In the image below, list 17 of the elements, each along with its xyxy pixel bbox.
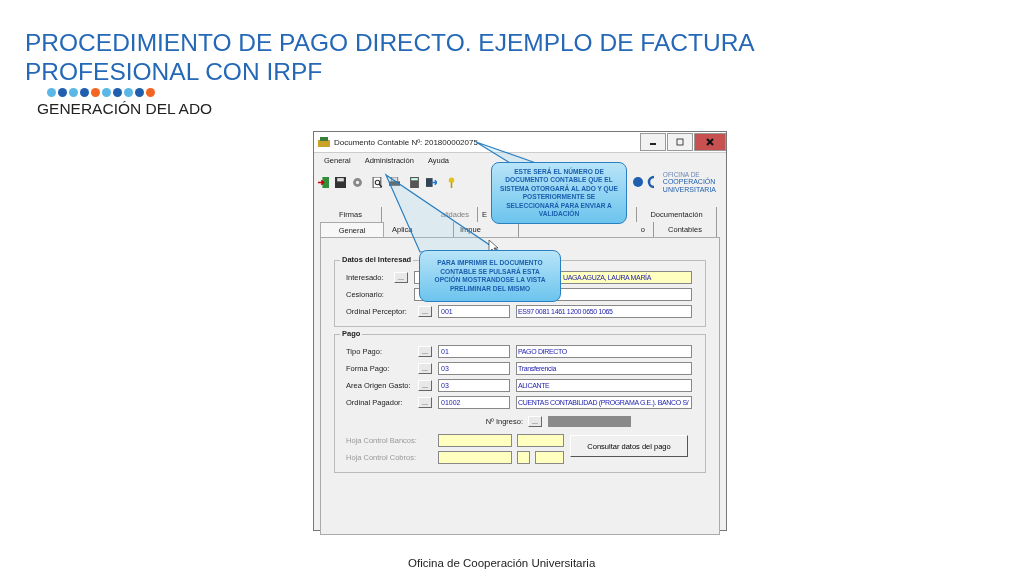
transfer-icon[interactable] <box>426 176 437 188</box>
maximize-icon <box>676 138 684 146</box>
slide-title: PROCEDIMIENTO DE PAGO DIRECTO. EJEMPLO DE FACTURA PROFESIONAL CON IRPF <box>25 28 755 86</box>
close-button[interactable] <box>694 133 726 151</box>
calculator-icon[interactable] <box>409 176 420 188</box>
close-icon <box>706 138 714 146</box>
printer-icon[interactable] <box>389 176 400 188</box>
minimize-button[interactable] <box>640 133 666 151</box>
slide-subtitle: GENERACIÓN DEL ADO <box>37 100 214 118</box>
window-title: Documento Contable Nº: 201800002075 <box>334 137 478 147</box>
preview-icon[interactable] <box>372 176 383 188</box>
app-icon <box>318 137 330 147</box>
key-icon[interactable] <box>446 176 457 188</box>
exit-icon[interactable] <box>318 176 329 188</box>
save-icon[interactable] <box>335 176 346 188</box>
gear-icon[interactable] <box>352 176 363 188</box>
slide-footer: Oficina de Cooperación Universitaria <box>408 557 1024 569</box>
